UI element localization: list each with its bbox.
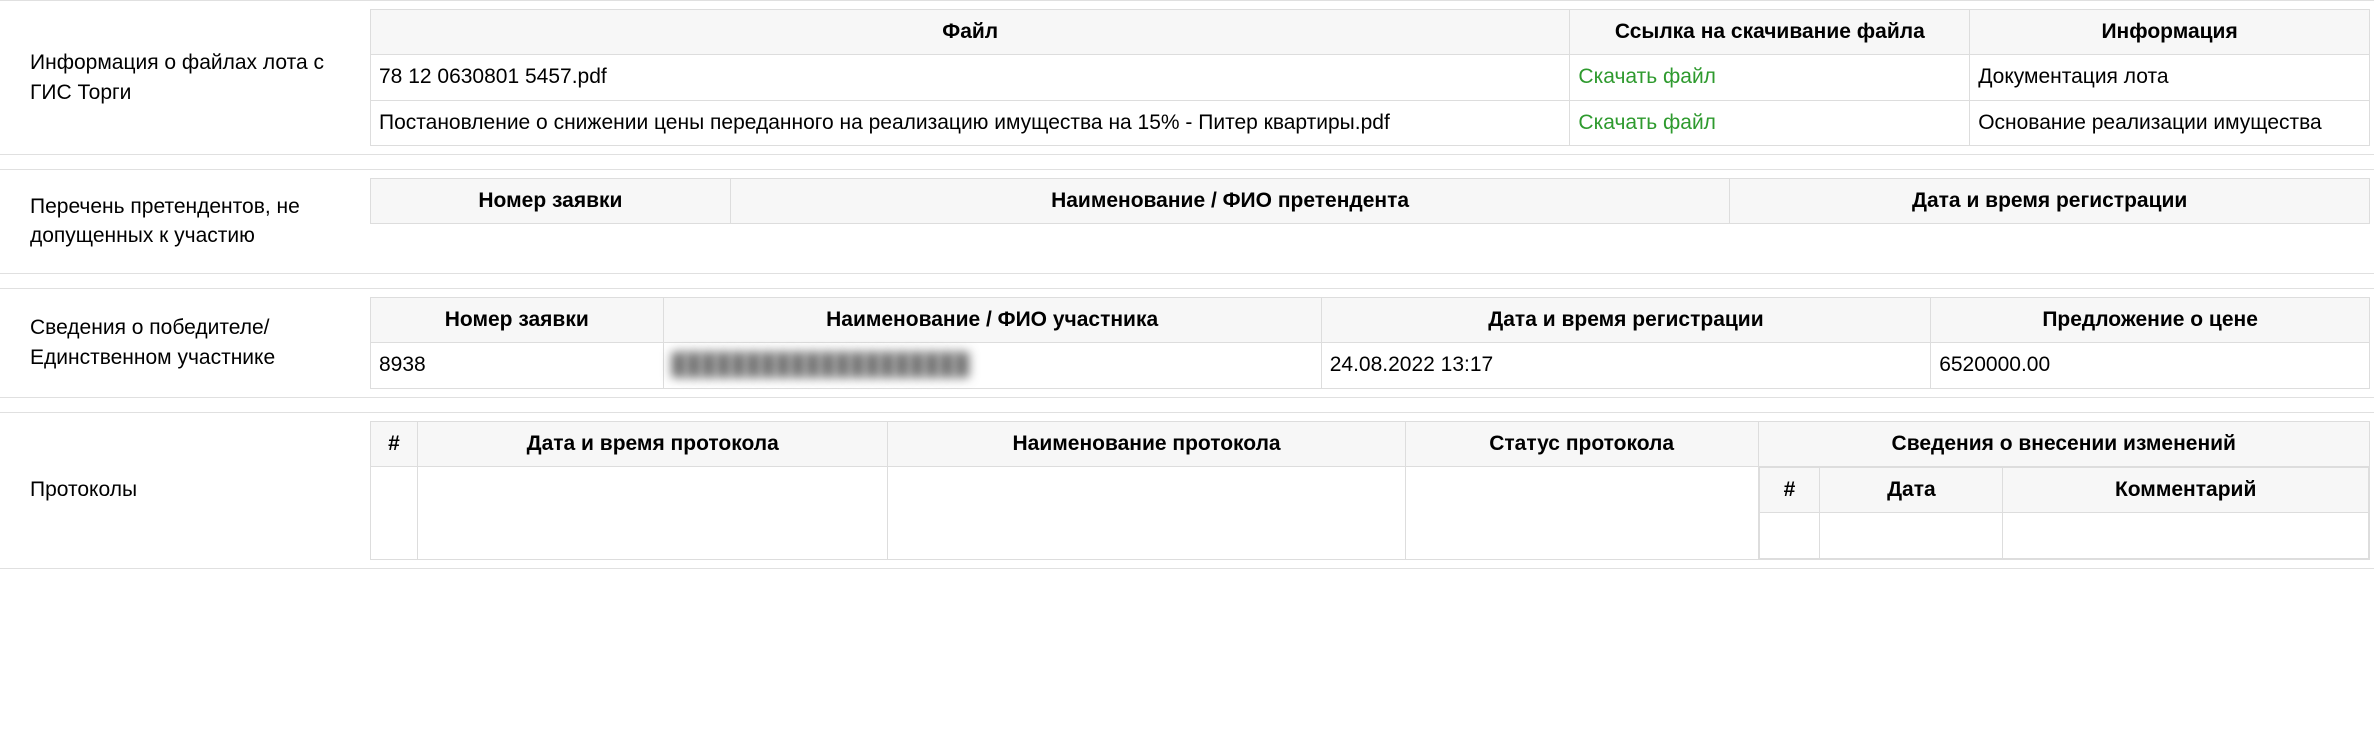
table-row: 78 12 0630801 5457.pdf Скачать файл Доку… (371, 55, 2370, 100)
section-rejected-label: Перечень претендентов, не допущенных к у… (0, 170, 370, 273)
winner-name: ████████████████████ (663, 343, 1321, 388)
file-info: Документация лота (1970, 55, 2370, 100)
protocols-table: # Дата и время протокола Наименование пр… (370, 421, 2370, 560)
section-files-content: Файл Ссылка на скачивание файла Информац… (370, 1, 2374, 154)
col-ch-comment: Комментарий (2003, 467, 2369, 512)
protocol-name (888, 466, 1405, 559)
col-reg-date: Дата и время регистрации (1321, 297, 1930, 342)
winner-app-no: 8938 (371, 343, 664, 388)
files-table: Файл Ссылка на скачивание файла Информац… (370, 9, 2370, 146)
changes-inner-table: # Дата Комментарий (1759, 467, 2369, 559)
download-link[interactable]: Скачать файл (1578, 65, 1716, 88)
section-protocols-content: # Дата и время протокола Наименование пр… (370, 413, 2374, 568)
protocol-changes: # Дата Комментарий (1758, 466, 2369, 559)
col-name: Наименование / ФИО участника (663, 297, 1321, 342)
file-info: Основание реализации имущества (1970, 100, 2370, 145)
col-app-no: Номер заявки (371, 297, 664, 342)
section-files: Информация о файлах лота с ГИС Торги Фай… (0, 0, 2374, 155)
col-download: Ссылка на скачивание файла (1570, 10, 1970, 55)
table-row: 8938 ████████████████████ 24.08.2022 13:… (371, 343, 2370, 388)
col-name: Наименование / ФИО претендента (730, 179, 1730, 224)
section-winner: Сведения о победителе/ Единственном учас… (0, 288, 2374, 398)
col-app-no: Номер заявки (371, 179, 731, 224)
winner-price: 6520000.00 (1931, 343, 2370, 388)
protocol-num (371, 466, 418, 559)
table-row (1759, 513, 2368, 558)
table-row: # Дата Комментарий (371, 466, 2370, 559)
col-changes: Сведения о внесении изменений (1758, 421, 2369, 466)
winner-table: Номер заявки Наименование / ФИО участник… (370, 297, 2370, 389)
table-row: Постановление о снижении цены переданног… (371, 100, 2370, 145)
protocol-status (1405, 466, 1758, 559)
section-files-label: Информация о файлах лота с ГИС Торги (0, 1, 370, 154)
file-name: Постановление о снижении цены переданног… (371, 100, 1570, 145)
col-reg-date: Дата и время регистрации (1730, 179, 2370, 224)
col-ch-date: Дата (1820, 467, 2003, 512)
col-file: Файл (371, 10, 1570, 55)
winner-reg-date: 24.08.2022 13:17 (1321, 343, 1930, 388)
col-info: Информация (1970, 10, 2370, 55)
file-name: 78 12 0630801 5457.pdf (371, 55, 1570, 100)
col-price: Предложение о цене (1931, 297, 2370, 342)
col-num: # (371, 421, 418, 466)
col-datetime: Дата и время протокола (418, 421, 888, 466)
rejected-table: Номер заявки Наименование / ФИО претенде… (370, 178, 2370, 224)
section-rejected: Перечень претендентов, не допущенных к у… (0, 169, 2374, 274)
download-link[interactable]: Скачать файл (1578, 111, 1716, 134)
section-winner-label: Сведения о победителе/ Единственном учас… (0, 289, 370, 397)
col-name: Наименование протокола (888, 421, 1405, 466)
col-ch-num: # (1759, 467, 1820, 512)
section-protocols: Протоколы # Дата и время протокола Наиме… (0, 412, 2374, 569)
col-status: Статус протокола (1405, 421, 1758, 466)
section-winner-content: Номер заявки Наименование / ФИО участник… (370, 289, 2374, 397)
section-protocols-label: Протоколы (0, 413, 370, 568)
section-rejected-content: Номер заявки Наименование / ФИО претенде… (370, 170, 2374, 273)
protocol-datetime (418, 466, 888, 559)
